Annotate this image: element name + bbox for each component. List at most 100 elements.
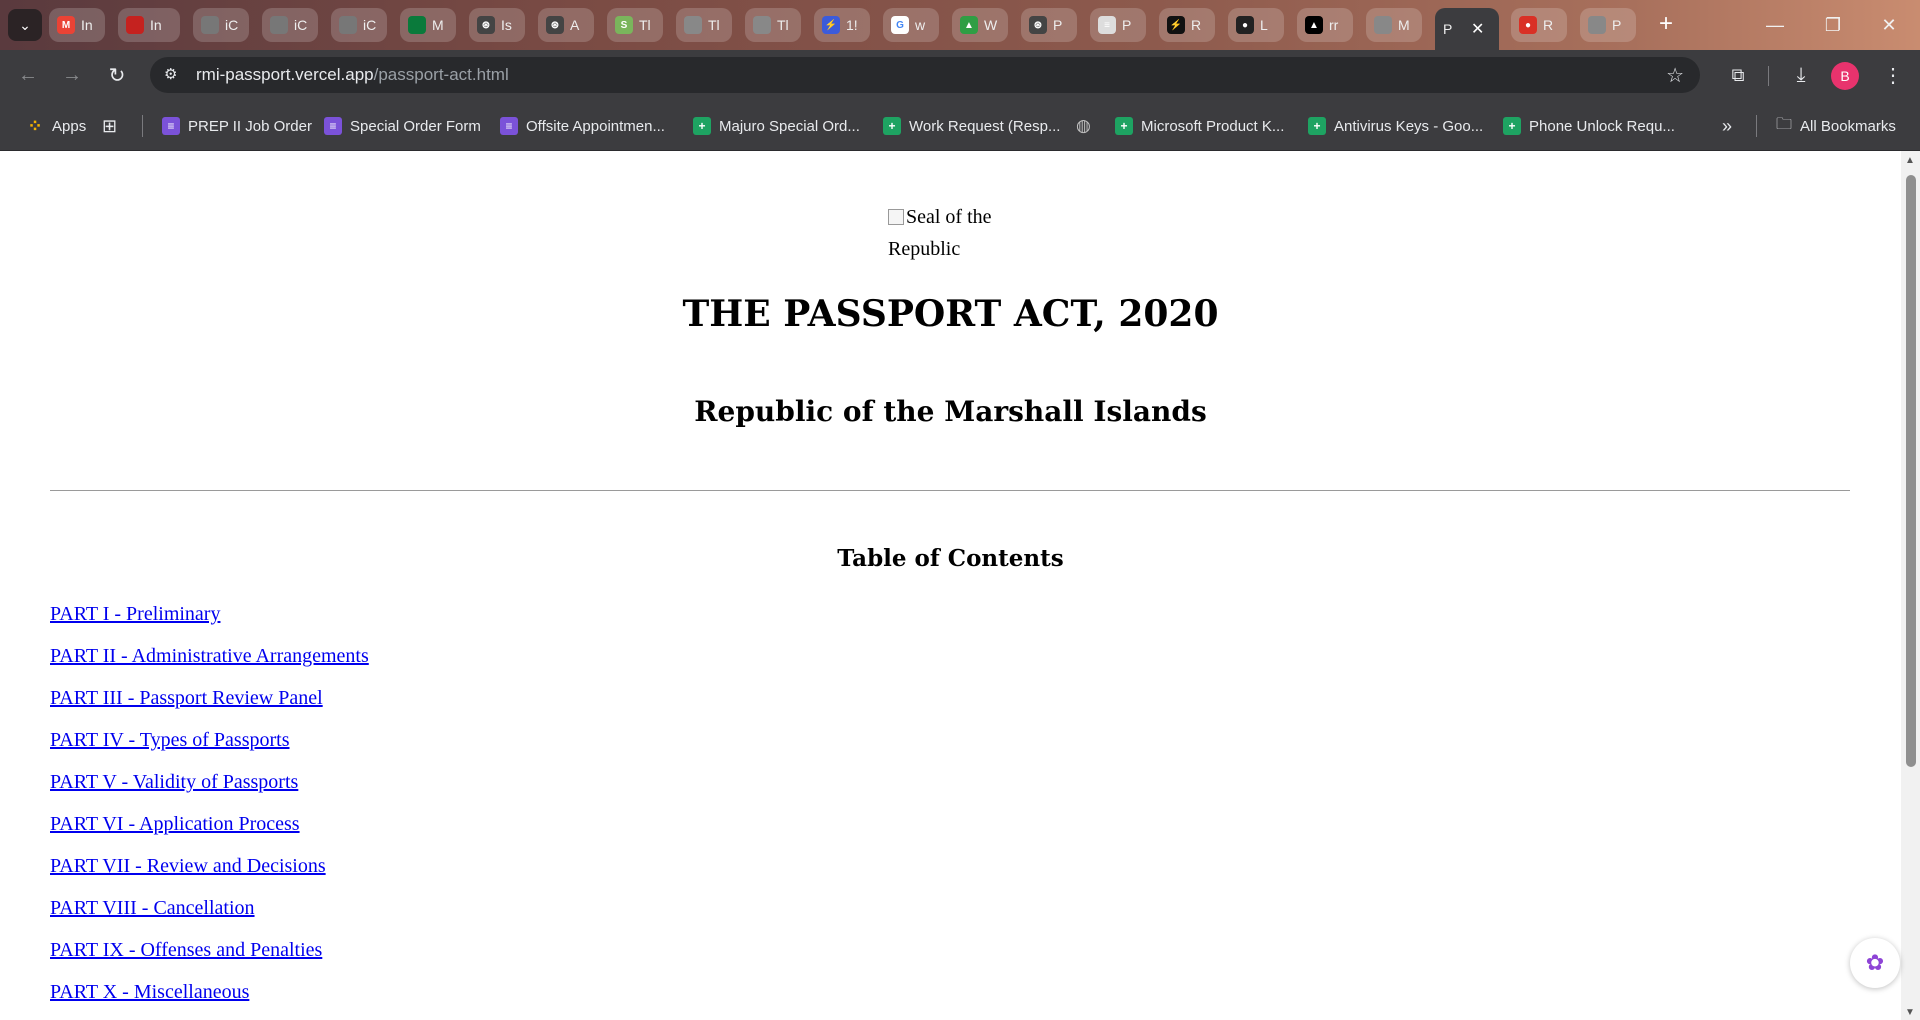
bookmark-star-icon[interactable]: ☆ [1666,63,1684,88]
brain-icon: ✿ [1865,950,1885,975]
bookmark-item[interactable]: + Microsoft Product K... [1115,114,1284,138]
bookmark-label: Microsoft Product K... [1141,117,1285,135]
tab-title: iC [294,17,308,33]
seal-image-broken: Seal of the Republic [888,201,1028,265]
tab-search-button[interactable]: ⌄ [8,9,42,41]
toc-link[interactable]: PART VI - Application Process [50,813,369,855]
site-info-icon[interactable]: ⚙ [164,65,177,83]
tab-title: In [81,17,93,33]
bookmarks-bar: ⁘ Apps ⊞ ≡ PREP II Job Order ≡ Special Order F… [0,100,1920,151]
toc-link[interactable]: PART IV - Types of Passports [50,729,369,771]
tab-title: iC [225,17,239,33]
bookmark-item[interactable]: ≡ Offsite Appointmen... [500,114,665,138]
close-window-button[interactable]: ✕ [1866,9,1912,41]
tab[interactable]: ● L [1228,8,1284,42]
bookmark-item[interactable]: ◍ [1076,114,1091,138]
new-tab-button[interactable]: + [1652,11,1680,39]
tab-groups-button[interactable]: ⊞ [102,114,117,138]
bookmark-apps[interactable]: ⁘ Apps [26,114,86,138]
close-tab-icon[interactable]: ✕ [1471,19,1484,39]
tab[interactable]: ≡ P [1090,8,1146,42]
tab[interactable]: ▲ rr [1297,8,1353,42]
openai-icon: ⊛ [546,16,564,34]
minimize-button[interactable]: — [1752,9,1798,41]
mail-count-icon [126,16,144,34]
tab[interactable]: ⊛ P [1021,8,1077,42]
vercel-icon: ▲ [1305,16,1323,34]
bookmark-item[interactable]: + Work Request (Resp... [883,114,1060,138]
tab-title: M [432,17,444,33]
restore-button[interactable]: ❐ [1810,9,1856,41]
google-forms-icon: ≡ [162,117,180,135]
all-bookmarks-button[interactable]: 🗀 All Bookmarks [1776,114,1896,138]
menu-button[interactable]: ⋮ [1877,59,1909,91]
bookmark-label: Special Order Form [350,117,481,135]
bookmark-label: Work Request (Resp... [909,117,1061,135]
tab[interactable]: ⚡ 1! [814,8,870,42]
tab[interactable]: M [1366,8,1422,42]
tab[interactable]: ⚡ R [1159,8,1215,42]
globe-icon: ◍ [1076,116,1091,135]
scrollbar-thumb[interactable] [1906,175,1916,767]
page-content: Seal of the Republic THE PASSPORT ACT, 2… [0,151,1901,1020]
tab-title: P [1122,17,1132,33]
scroll-up-arrow-icon[interactable]: ▲ [1905,155,1915,166]
bolt-icon: ⚡ [822,16,840,34]
apps-grid-icon: ⁘ [27,115,43,136]
tab[interactable]: ▲ W [952,8,1008,42]
tab-active[interactable]: P ✕ [1435,8,1499,50]
tab[interactable]: iC [331,8,387,42]
tab[interactable]: iC [193,8,249,42]
profile-avatar[interactable]: B [1831,62,1859,90]
document-icon: ≡ [1098,16,1116,34]
bookmark-item[interactable]: + Antivirus Keys - Goo... [1308,114,1483,138]
tab[interactable]: M [400,8,456,42]
broken-image-icon [888,209,904,225]
tab[interactable]: ● R [1511,8,1567,42]
arrow-right-icon: → [62,63,82,86]
toc-link[interactable]: PART IX - Offenses and Penalties [50,939,369,981]
openai-icon: ⊛ [477,16,495,34]
more-bookmarks-button[interactable]: » [1722,114,1732,138]
reload-button[interactable]: ↻ [101,59,133,91]
tab[interactable]: Tl [745,8,801,42]
image-icon: ▲ [960,16,978,34]
toc-link[interactable]: PART V - Validity of Passports [50,771,369,813]
toc-link[interactable]: PART II - Administrative Arrangements [50,645,369,687]
toc-link[interactable]: PART III - Passport Review Panel [50,687,369,729]
forward-button[interactable]: → [56,59,88,91]
toc-link[interactable]: PART X - Miscellaneous [50,981,369,1020]
toc-link[interactable]: PART I - Preliminary [50,603,369,645]
downloads-button[interactable]: ⤓ [1785,59,1817,91]
tab-title: L [1260,17,1268,33]
tab-title: P [1443,21,1453,37]
tab[interactable]: iC [262,8,318,42]
address-bar[interactable]: ⚙ rmi-passport.vercel.app/passport-act.h… [150,57,1700,93]
bookmark-item[interactable]: ≡ Special Order Form [324,114,481,138]
folder-icon: 🗀 [1776,115,1793,133]
google-forms-icon: ≡ [324,117,342,135]
tab[interactable]: Gw [883,8,939,42]
tab[interactable]: M In [49,8,105,42]
download-icon: ⤓ [1796,63,1806,86]
tab[interactable]: In [118,8,180,42]
extensions-button[interactable]: ⧉ [1722,59,1754,91]
scroll-down-arrow-icon[interactable]: ▼ [1905,1007,1915,1018]
assistant-floating-button[interactable]: ✿ [1850,938,1900,988]
bookmark-item[interactable]: ≡ PREP II Job Order [162,114,312,138]
back-button[interactable]: ← [12,59,44,91]
tab[interactable]: Tl [676,8,732,42]
tab[interactable]: S Tl [607,8,663,42]
page-scrollbar[interactable]: ▲ ▼ [1901,151,1920,1020]
tab[interactable]: ⊛ A [538,8,594,42]
bookmark-item[interactable]: + Phone Unlock Requ... [1503,114,1675,138]
toc-link[interactable]: PART VII - Review and Decisions [50,855,369,897]
tab-title: w [915,17,926,33]
tab[interactable]: P [1580,8,1636,42]
bookmark-item[interactable]: + Majuro Special Ord... [693,114,860,138]
record-icon: ● [1519,16,1537,34]
tab[interactable]: ⊛ Is [469,8,525,42]
url-text: rmi-passport.vercel.app/passport-act.htm… [196,65,509,84]
toc-link[interactable]: PART VIII - Cancellation [50,897,369,939]
bookmark-label: Majuro Special Ord... [719,117,860,135]
